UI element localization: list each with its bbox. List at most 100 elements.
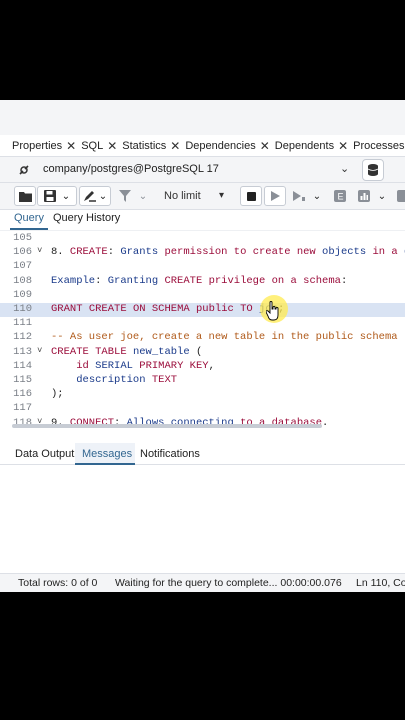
database-icon[interactable]: [362, 159, 384, 181]
line-number: 116: [13, 388, 32, 401]
hand-pointer-icon: [266, 301, 279, 321]
tab-sql[interactable]: SQL ✕: [79, 135, 120, 157]
chevron-down-icon[interactable]: ⌄: [139, 191, 147, 202]
code-text: id SERIAL PRIMARY KEY,: [51, 360, 215, 372]
code-token: GRANT: [51, 303, 83, 315]
connection-label[interactable]: company/postgres@PostgreSQL 17: [43, 163, 219, 175]
svg-text:E: E: [338, 192, 344, 202]
code-line[interactable]: 117: [0, 402, 405, 416]
messages-panel: [0, 465, 405, 573]
tab-query[interactable]: Query: [14, 212, 44, 224]
code-token: :: [107, 246, 121, 259]
code-line[interactable]: 108 Example: Granting CREATE privilege on…: [0, 275, 405, 289]
row-limit-select[interactable]: No limit ▾: [156, 186, 232, 206]
explain-text-button[interactable]: E: [331, 186, 349, 206]
code-text: CREATE TABLE new_table (: [51, 346, 202, 358]
pencil-icon: [83, 191, 96, 202]
tab-notifications[interactable]: Notifications: [140, 448, 200, 460]
save-button[interactable]: ⌄: [37, 186, 77, 206]
tab-query-history[interactable]: Query History: [53, 212, 120, 224]
code-token: SERIAL: [95, 359, 133, 372]
code-token: objects: [322, 246, 367, 259]
code-token: .: [322, 416, 329, 429]
tab-data-output[interactable]: Data Output: [15, 448, 74, 460]
code-token: Grants: [120, 246, 159, 259]
fold-chevron-icon[interactable]: ˅: [37, 346, 42, 356]
code-line[interactable]: 112 -- As user joe, create a new table in…: [0, 331, 405, 345]
row-count: Total rows: 0 of 0: [18, 577, 98, 589]
connection-plug-icon[interactable]: [16, 162, 32, 178]
code-token: id: [76, 359, 89, 372]
code-token: Granting: [107, 274, 159, 287]
chevron-down-icon[interactable]: ⌄: [378, 191, 386, 202]
edit-button[interactable]: ⌄: [79, 186, 111, 206]
line-number: 111: [13, 317, 32, 330]
close-icon[interactable]: ✕: [338, 139, 348, 153]
tab-label: Processes: [353, 139, 405, 152]
row-limit-value: No limit: [164, 190, 201, 202]
chevron-down-icon[interactable]: ⌄: [340, 162, 349, 175]
open-file-button[interactable]: [14, 186, 36, 206]
tab-messages[interactable]: Messages: [82, 448, 132, 460]
tab-properties[interactable]: Properties ✕: [0, 135, 79, 157]
cursor-position: Ln 110, Co: [356, 577, 405, 589]
code-line[interactable]: 115 description TEXT: [0, 374, 405, 388]
code-token: to: [233, 246, 247, 259]
query-status: Waiting for the query to complete... 00:…: [115, 577, 342, 589]
fold-chevron-icon[interactable]: ˅: [37, 246, 42, 256]
code-text: 8. CREATE: Grants permission to create n…: [51, 246, 405, 258]
chevron-down-icon[interactable]: ⌄: [99, 191, 107, 202]
code-token: on: [271, 274, 285, 287]
chevron-down-icon[interactable]: ⌄: [313, 191, 321, 202]
tab-statistics[interactable]: Statistics ✕: [120, 135, 183, 157]
macro-icon: [397, 190, 405, 202]
code-line[interactable]: 105: [0, 232, 405, 246]
filter-button[interactable]: ⌄: [115, 186, 151, 206]
sql-editor[interactable]: 118 ˅ 9. CONNECT: Allows connecting to a d…: [0, 230, 405, 429]
code-token: new: [296, 246, 316, 259]
query-toolbar: ⌄ ⌄ ⌄ No limit ▾ ⌄ E ⌄: [0, 183, 405, 210]
tab-dependents[interactable]: Dependents ✕: [273, 135, 351, 157]
code-text: -- As user joe, create a new table in th…: [51, 331, 398, 343]
code-token: in: [372, 246, 386, 259]
code-line[interactable]: 107: [0, 260, 405, 274]
close-icon[interactable]: ✕: [170, 139, 180, 153]
stop-button[interactable]: [240, 186, 262, 206]
line-number: 115: [13, 374, 32, 386]
code-token: Example: [51, 274, 96, 287]
close-icon[interactable]: ✕: [260, 139, 270, 153]
chart-button[interactable]: ⌄: [355, 186, 389, 206]
code-line[interactable]: 109: [0, 289, 405, 303]
code-line[interactable]: 113 ˅ CREATE TABLE new_table (: [0, 346, 405, 360]
execute-button[interactable]: [264, 186, 286, 206]
code-token: schema: [303, 274, 341, 287]
close-icon[interactable]: ✕: [107, 139, 117, 153]
code-line[interactable]: 110 GRANT CREATE ON SCHEMA public TO joe;: [0, 303, 405, 317]
code-text: );: [51, 388, 64, 400]
code-line[interactable]: 111: [0, 317, 405, 331]
explain-button[interactable]: ⌄: [289, 186, 325, 206]
query-subtabs: Query Query History: [0, 210, 405, 230]
code-line[interactable]: 116);: [0, 388, 405, 402]
code-token: CREATE: [164, 274, 203, 287]
line-number: 105: [13, 232, 32, 244]
tab-dependencies[interactable]: Dependencies ✕: [183, 135, 272, 157]
status-bar: Total rows: 0 of 0 Waiting for the query…: [0, 573, 405, 592]
code-token: description: [76, 374, 146, 386]
code-token: TABLE: [95, 345, 127, 358]
code-line[interactable]: 106 ˅ 8. CREATE: Grants permission to crea…: [0, 246, 405, 260]
chevron-down-icon[interactable]: ⌄: [62, 191, 70, 202]
tab-label: Dependencies: [185, 139, 256, 152]
horizontal-scrollbar[interactable]: [12, 424, 322, 428]
code-token: -- As user joe, create a new table in th…: [51, 331, 398, 344]
code-token: ,: [208, 359, 215, 372]
tab-processes[interactable]: Processes: [351, 135, 405, 157]
close-icon[interactable]: ✕: [66, 139, 76, 153]
stop-icon: [246, 191, 256, 201]
code-token: new_table: [132, 345, 190, 358]
line-number: 107: [13, 260, 32, 273]
output-tabs: Data Output Messages Notifications: [0, 443, 405, 465]
code-token: :: [340, 274, 348, 287]
more-tools-button[interactable]: [396, 186, 405, 206]
code-line[interactable]: 114 id SERIAL PRIMARY KEY,: [0, 360, 405, 374]
